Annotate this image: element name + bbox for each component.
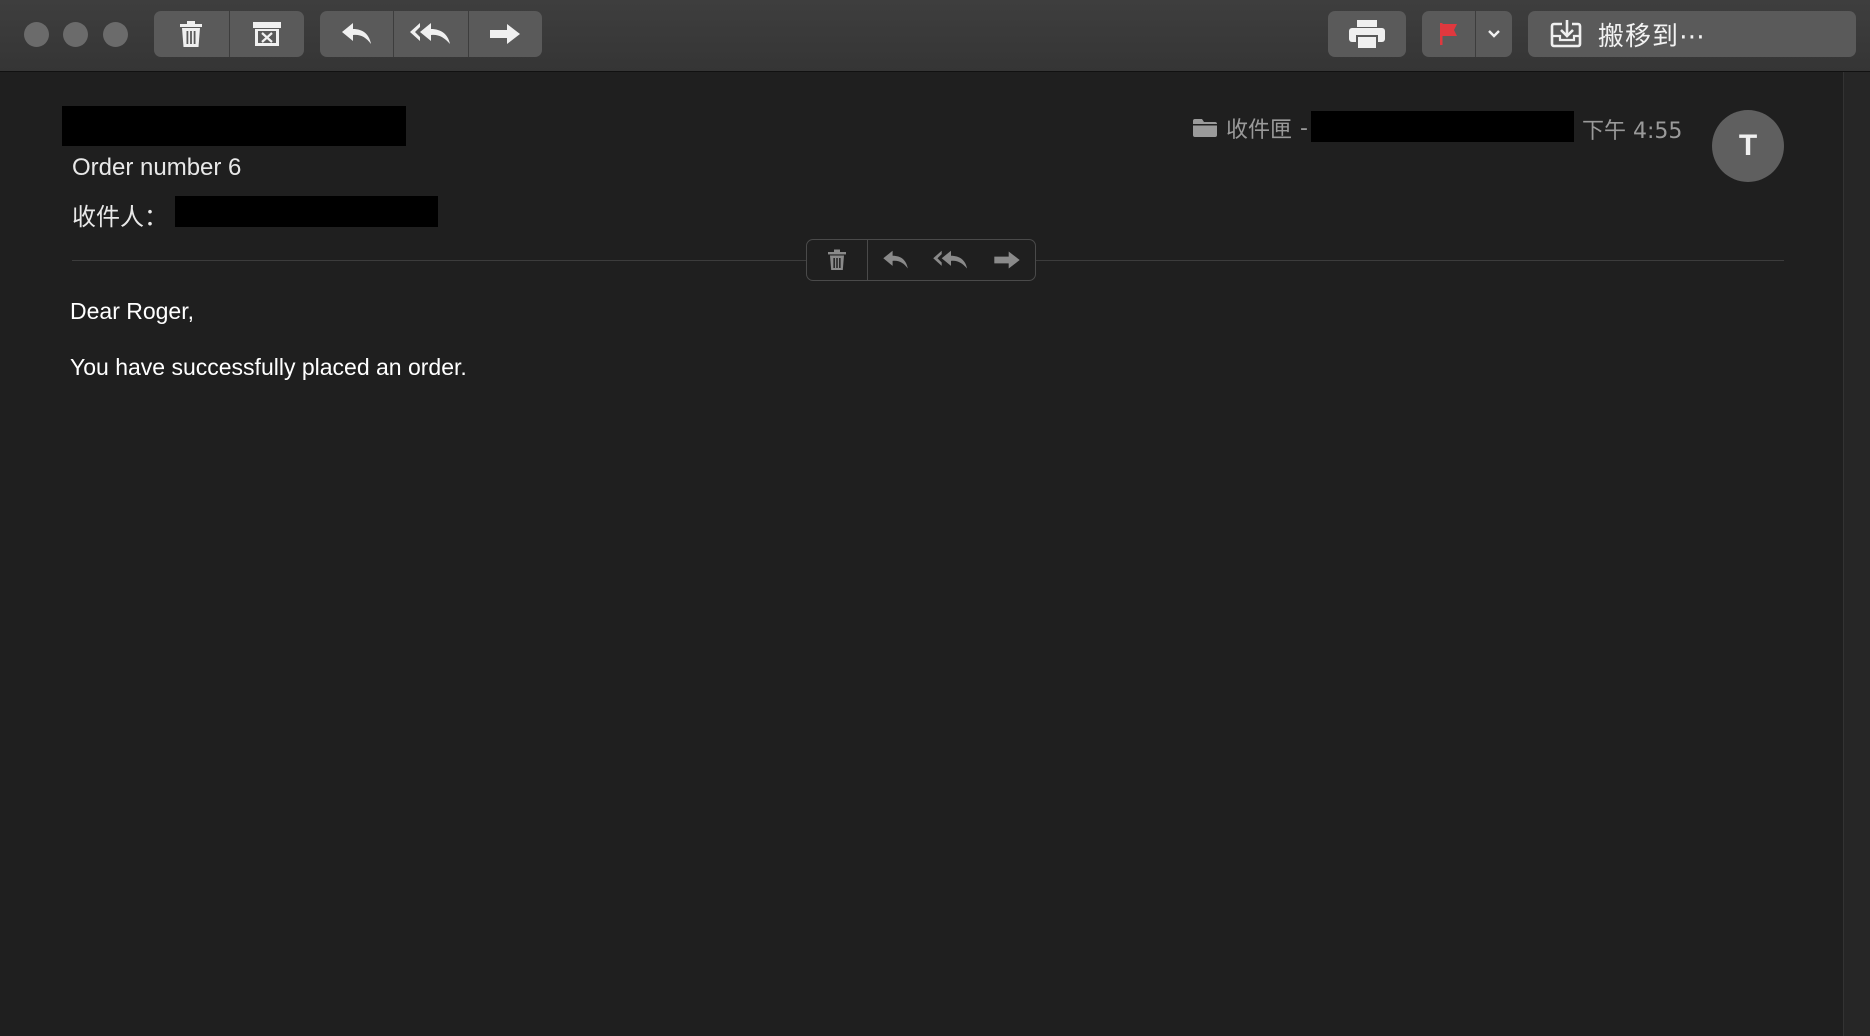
close-window-button[interactable] <box>24 22 49 47</box>
message-time: 下午 4:55 <box>1582 119 1683 144</box>
reply-all-icon <box>933 250 968 269</box>
body-text: You have successfully placed an order. <box>70 354 467 380</box>
zoom-window-button[interactable] <box>103 22 128 47</box>
print-group <box>1328 11 1406 57</box>
vertical-scrollbar[interactable] <box>1843 72 1870 1036</box>
mail-window: 搬移到⋯ Order number 6 收件人： 收件匣 - 下午 4:55 T <box>0 0 1870 1036</box>
move-to-button[interactable]: 搬移到⋯ <box>1528 11 1856 57</box>
recipient-label: 收件人： <box>72 203 168 231</box>
reply-group <box>320 11 542 57</box>
forward-icon <box>490 24 521 44</box>
reply-button[interactable] <box>320 11 393 57</box>
mailbox-name: 收件匣 <box>1226 118 1293 143</box>
flag-button[interactable] <box>1422 11 1475 57</box>
inline-forward-button[interactable] <box>979 240 1035 280</box>
trash-icon <box>180 21 203 47</box>
move-to-label: 搬移到⋯ <box>1598 21 1707 52</box>
forward-button[interactable] <box>467 11 542 57</box>
inline-delete-button[interactable] <box>807 240 868 280</box>
delete-button[interactable] <box>154 11 229 57</box>
folder-icon <box>1193 119 1217 137</box>
delete-junk-group <box>154 11 304 57</box>
flag-icon <box>1439 23 1457 45</box>
inline-reply-button[interactable] <box>868 240 924 280</box>
reply-all-button[interactable] <box>393 11 467 57</box>
move-to-icon <box>1550 20 1582 48</box>
recipient-redacted <box>175 196 438 227</box>
reply-icon <box>882 250 908 269</box>
mailbox-info: 收件匣 - <box>1192 112 1308 144</box>
printer-icon <box>1349 20 1385 48</box>
inline-action-bar <box>806 239 1036 281</box>
trash-icon <box>827 249 846 270</box>
toolbar: 搬移到⋯ <box>0 0 1870 72</box>
flag-menu-button[interactable] <box>1475 11 1512 57</box>
junk-button[interactable] <box>228 11 305 57</box>
flag-group <box>1422 11 1512 57</box>
print-button[interactable] <box>1328 11 1406 57</box>
account-redacted <box>1311 111 1574 142</box>
inline-reply-all-button[interactable] <box>923 240 979 280</box>
chevron-down-icon <box>1488 30 1501 38</box>
mailbox-separator: - <box>1300 115 1308 141</box>
forward-icon <box>994 251 1020 269</box>
minimize-window-button[interactable] <box>63 22 88 47</box>
message-subject: Order number 6 <box>72 154 242 181</box>
sender-avatar[interactable]: T <box>1712 110 1784 182</box>
reply-icon <box>341 23 371 44</box>
body-greeting: Dear Roger, <box>70 298 195 324</box>
archive-x-icon <box>252 22 281 46</box>
reply-all-icon <box>409 23 450 44</box>
sender-redacted <box>62 106 406 146</box>
